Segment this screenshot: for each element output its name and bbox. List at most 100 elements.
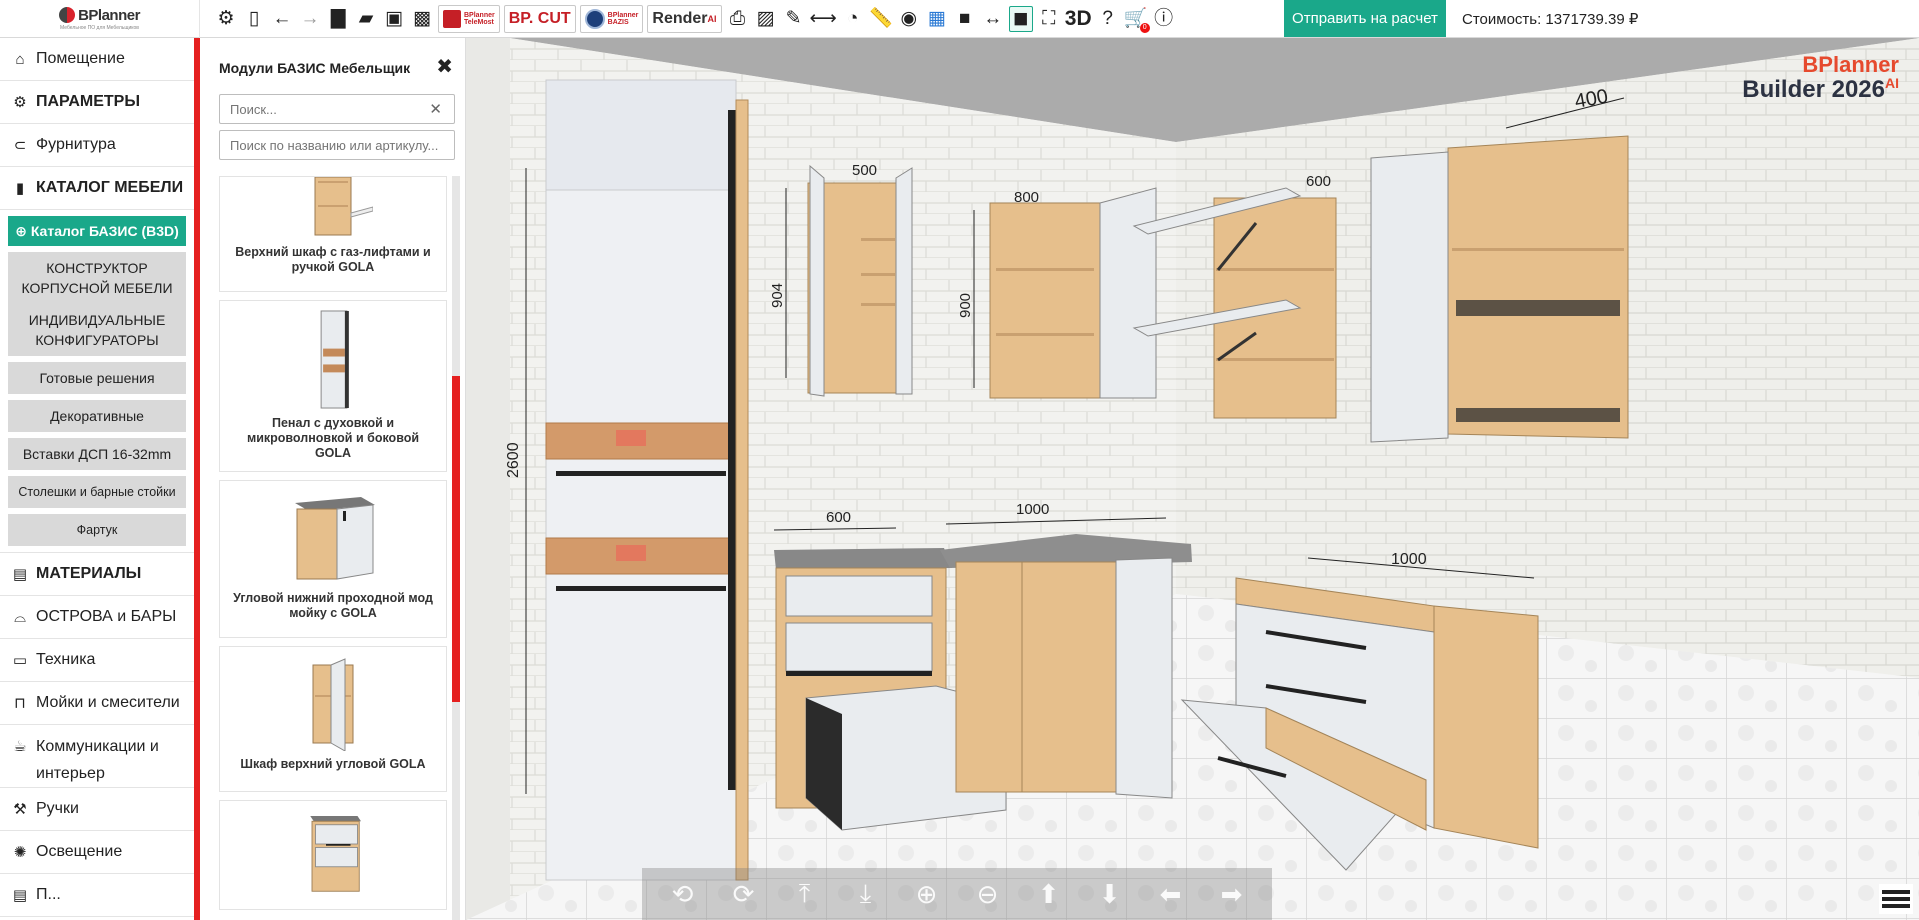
comment-icon[interactable]: ◼ bbox=[1008, 5, 1033, 32]
sidebar-item-hardware[interactable]: ⊂ Фурнитура bbox=[0, 124, 194, 167]
catalog-bazis-b3d-button[interactable]: ⊕ Каталог БАЗИС (B3D) bbox=[8, 216, 186, 246]
video-camera-icon[interactable]: ■ bbox=[953, 6, 977, 32]
save-as-icon[interactable]: ▩ bbox=[410, 6, 434, 32]
upper-cabinet-400-dish-rack[interactable] bbox=[1370, 135, 1629, 443]
sidebar-item-islands[interactable]: ⌓ ОСТРОВА и БАРЫ bbox=[0, 596, 194, 639]
eye-icon[interactable]: ◉ bbox=[897, 6, 921, 32]
light-icon: ✺ bbox=[13, 844, 27, 861]
side-edge-wall bbox=[466, 38, 510, 920]
list-item[interactable]: Шкаф верхний угловой GOLA bbox=[219, 646, 447, 792]
sidebar-item-furniture-catalog[interactable]: ▮ КАТАЛОГ МЕБЕЛИ bbox=[0, 167, 194, 210]
home-icon: ⌂ bbox=[15, 50, 25, 68]
list-item[interactable]: Верхний шкаф с газ-лифтами и ручкой GOLA bbox=[219, 176, 447, 292]
print-icon[interactable]: ⎙ bbox=[726, 6, 750, 32]
catalog-sub-countertops[interactable]: Столешки и барные стойки bbox=[8, 476, 186, 508]
logo-subtitle: Мебельное ПО для Мебельщиков bbox=[60, 24, 139, 31]
dimension-icon[interactable]: ⟷ bbox=[810, 6, 837, 32]
module-title bbox=[325, 893, 341, 909]
list-icon[interactable] bbox=[1879, 884, 1913, 914]
clear-search-icon[interactable]: ✕ bbox=[429, 100, 442, 118]
catalog-sub-ready-solutions[interactable]: Готовые решения bbox=[8, 362, 186, 394]
render-ai-button[interactable]: Render AI bbox=[647, 4, 722, 33]
arrow-right-icon[interactable]: ➡ bbox=[1212, 879, 1252, 910]
sidebar-item-handles[interactable]: ⚒ Ручки bbox=[0, 788, 194, 831]
image-icon[interactable]: ▨ bbox=[754, 6, 778, 32]
telemost-button[interactable]: BPlanner TeleMost bbox=[438, 4, 500, 33]
upper-cabinet-500[interactable] bbox=[807, 164, 913, 397]
module-title: Шкаф верхний угловой GOLA bbox=[240, 757, 426, 771]
help-icon[interactable]: ? bbox=[1096, 6, 1120, 32]
sidebar-item-communications[interactable]: ☕ Коммуникации и интерьер bbox=[0, 725, 194, 788]
catalog-sub-constructor[interactable]: КОНСТРУКТОР КОРПУСНОЙ МЕБЕЛИ bbox=[8, 252, 186, 304]
ruler-icon[interactable]: 📏 bbox=[869, 6, 893, 32]
cart-icon[interactable]: 🛒 0 bbox=[1124, 6, 1150, 33]
send-for-calculation-button[interactable]: Отправить на расчет bbox=[1284, 0, 1446, 37]
sidebar-item-more[interactable]: ▤ П... bbox=[0, 874, 194, 917]
catalog-sub-inserts[interactable]: Вставки ДСП 16-32mm bbox=[8, 438, 186, 470]
info-icon[interactable]: ⓘ bbox=[1152, 6, 1176, 32]
settings-icon[interactable]: ⚙ bbox=[214, 6, 238, 32]
dimension-800: 800 bbox=[1014, 189, 1039, 206]
list-item[interactable] bbox=[219, 800, 447, 910]
list-item[interactable]: Пенал с духовкой и микроволновкой и боко… bbox=[219, 300, 447, 472]
watermark: BPlanner Builder 2026AI bbox=[1742, 54, 1899, 102]
logo[interactable]: BPlanner Мебельное ПО для Мебельщиков bbox=[0, 0, 200, 38]
rotate-left-icon[interactable]: ⟲ bbox=[663, 879, 703, 910]
panel-scrollbar[interactable] bbox=[452, 176, 460, 920]
rotate-up-icon[interactable]: ⤒ bbox=[785, 878, 825, 910]
sidebar-item-parameters[interactable]: ⚙ ПАРАМЕТРЫ bbox=[0, 81, 194, 124]
arrow-down-icon[interactable]: ⬇ bbox=[1090, 879, 1130, 910]
faucet-icon: ⊓ bbox=[14, 695, 26, 712]
sidebar-item-appliances[interactable]: ▭ Техника bbox=[0, 639, 194, 682]
layout-icon[interactable]: ▦ bbox=[925, 6, 949, 32]
sidebar-item-label: Мойки и смесители bbox=[36, 694, 180, 711]
save-file-icon[interactable]: ▣ bbox=[382, 6, 406, 32]
catalog-sub-backsplash[interactable]: Фартук bbox=[8, 514, 186, 546]
catalog-sub-configurators[interactable]: ИНДИВИДУАЛЬНЫЕ КОНФИГУРАТОРЫ bbox=[8, 304, 186, 356]
dimension-500: 500 bbox=[852, 162, 877, 179]
fullscreen-icon[interactable]: ⛶ bbox=[1037, 6, 1061, 32]
tall-pencil-cabinet[interactable] bbox=[545, 79, 749, 881]
close-icon[interactable]: ✖ bbox=[436, 54, 453, 79]
watermark-top: BPlanner bbox=[1802, 52, 1899, 77]
bpcut-button[interactable]: BP. CUT bbox=[503, 4, 576, 33]
sidebar-item-materials[interactable]: ▤ МАТЕРИАЛЫ bbox=[0, 553, 194, 596]
module-list: Верхний шкаф с газ-лифтами и ручкой GOLA… bbox=[219, 176, 455, 920]
rotate-right-icon[interactable]: ⟳ bbox=[724, 879, 764, 910]
3d-viewport[interactable]: 2600 500 904 800 900 600 400 600 1000 10… bbox=[466, 38, 1919, 920]
sidebar-item-lighting[interactable]: ✺ Освещение bbox=[0, 831, 194, 874]
redo-arrow-icon[interactable]: → bbox=[298, 6, 322, 32]
zoom-in-icon[interactable]: ⊕ bbox=[907, 879, 947, 910]
gear-icon: ⚙ bbox=[13, 94, 27, 111]
bazis-button[interactable]: BPlanner BAZIS bbox=[579, 4, 644, 33]
undo-arrow-icon[interactable]: ← bbox=[270, 6, 294, 32]
kitchen-scene[interactable]: 2600 500 904 800 900 600 400 600 1000 10… bbox=[466, 38, 1919, 920]
arrow-up-icon[interactable]: ⬆ bbox=[1029, 879, 1069, 910]
fridge-icon[interactable]: ▯ bbox=[242, 6, 266, 32]
bazis-icon bbox=[584, 8, 605, 29]
tape-measure-icon[interactable]: ◔ bbox=[841, 6, 865, 32]
corner-sink-cabinet-1000[interactable] bbox=[940, 534, 1192, 799]
sidebar-item-sinks[interactable]: ⊓ Мойки и смесители bbox=[0, 682, 194, 725]
scrollbar-thumb[interactable] bbox=[452, 376, 460, 702]
search-input[interactable] bbox=[219, 94, 455, 124]
sidebar-item-label: П... bbox=[36, 886, 61, 903]
dimension-904: 904 bbox=[769, 283, 786, 308]
zoom-out-icon[interactable]: ⊖ bbox=[968, 879, 1008, 910]
sidebar-item-label: Фурнитура bbox=[36, 136, 116, 153]
more-icon: ▤ bbox=[12, 887, 28, 904]
new-file-icon[interactable]: ▇ bbox=[326, 6, 350, 32]
catalog-sub-decorative[interactable]: Декоративные bbox=[8, 400, 186, 432]
list-item[interactable]: Угловой нижний проходной мод мойку с GOL… bbox=[219, 480, 447, 638]
arrow-left-icon[interactable]: ⬅ bbox=[1151, 879, 1191, 910]
view-3d-button[interactable]: 3D bbox=[1065, 6, 1092, 32]
sidebar-item-room[interactable]: ⌂ Помещение bbox=[0, 38, 194, 81]
render-label: Render bbox=[652, 9, 708, 27]
open-folder-icon[interactable]: ▰ bbox=[354, 6, 378, 32]
article-search-input[interactable] bbox=[219, 130, 455, 160]
resize-horizontal-icon[interactable]: ↔ bbox=[981, 6, 1005, 32]
rotate-down-icon[interactable]: ⤓ bbox=[846, 878, 886, 910]
pencil-icon[interactable]: ✎ bbox=[782, 6, 806, 32]
upper-cabinet-800[interactable] bbox=[989, 187, 1157, 399]
left-sidebar: ⌂ Помещение ⚙ ПАРАМЕТРЫ ⊂ Фурнитура ▮ КА… bbox=[0, 38, 200, 920]
